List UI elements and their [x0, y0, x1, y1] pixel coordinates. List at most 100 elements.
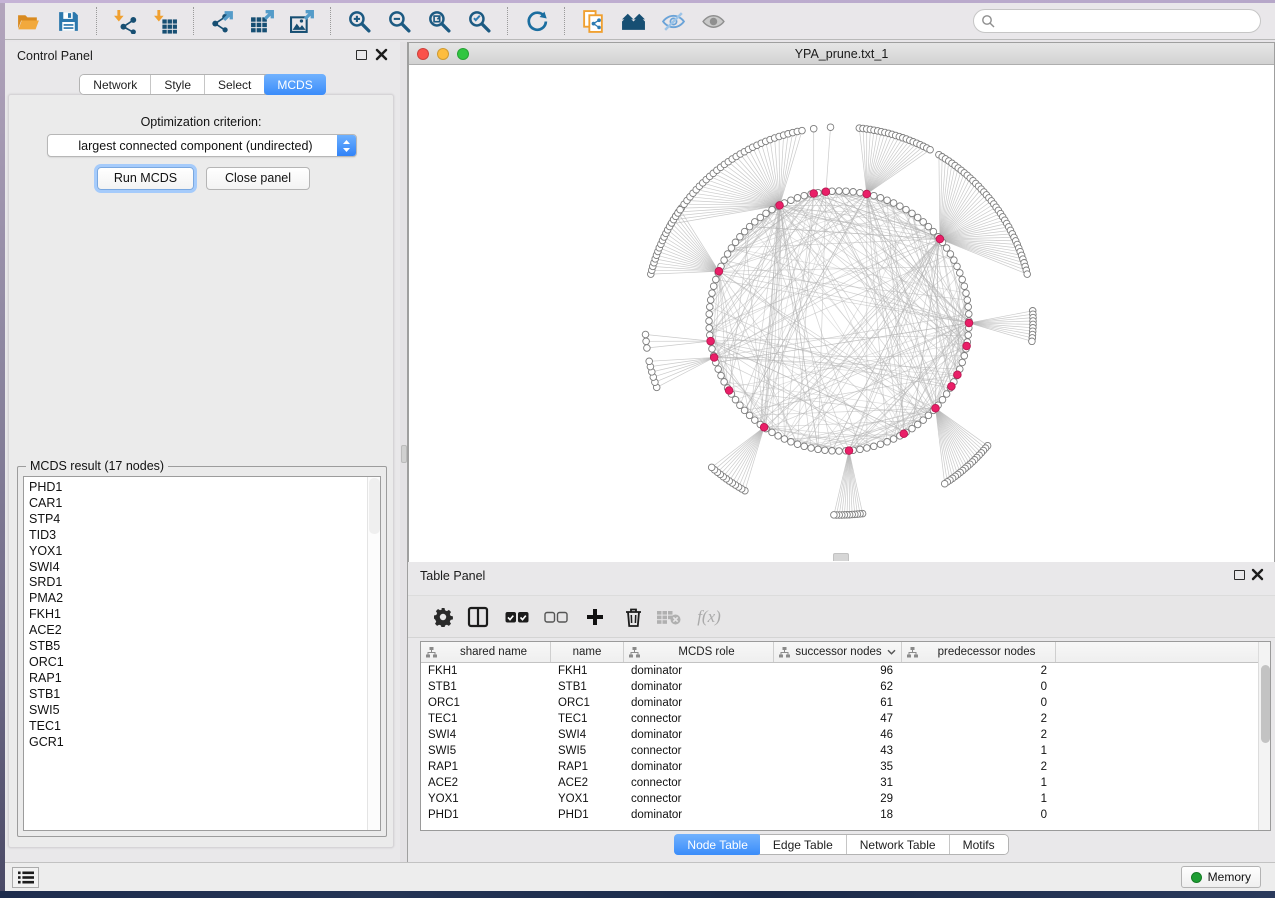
mcds-result-item[interactable]: STP4: [24, 512, 380, 528]
cell-shared_name: PHD1: [421, 807, 551, 823]
task-history-button[interactable]: [12, 867, 39, 888]
mcds-result-item[interactable]: SWI4: [24, 560, 380, 576]
mcds-result-item[interactable]: SRD1: [24, 575, 380, 591]
mcds-result-item[interactable]: PMA2: [24, 591, 380, 607]
cell-predecessors: 2: [902, 759, 1056, 775]
export-network-icon[interactable]: [202, 5, 242, 37]
mcds-result-item[interactable]: RAP1: [24, 671, 380, 687]
toolbar-separator: [507, 7, 508, 35]
save-session-icon[interactable]: [48, 5, 88, 37]
run-mcds-button[interactable]: Run MCDS: [97, 167, 194, 190]
column-header-name[interactable]: name: [551, 642, 624, 662]
table-settings-icon[interactable]: [430, 604, 456, 630]
apply-layout-icon[interactable]: [516, 5, 556, 37]
table-row[interactable]: YOX1YOX1connector291: [421, 791, 1258, 807]
mcds-result-item[interactable]: CAR1: [24, 496, 380, 512]
mcds-result-item[interactable]: GCR1: [24, 735, 380, 751]
tab-node-table[interactable]: Node Table: [674, 834, 761, 855]
mcds-list-scrollbar[interactable]: [367, 477, 380, 830]
table-scrollbar[interactable]: [1258, 642, 1270, 830]
cell-role: dominator: [624, 679, 774, 695]
first-neighbors-icon[interactable]: [613, 5, 653, 37]
close-panel-button[interactable]: Close panel: [206, 167, 310, 190]
table-row[interactable]: SWI5SWI5connector431: [421, 743, 1258, 759]
mcds-result-item[interactable]: ORC1: [24, 655, 380, 671]
export-table-icon[interactable]: [242, 5, 282, 37]
unselect-all-columns-icon[interactable]: [543, 604, 569, 630]
show-column-icon[interactable]: [465, 604, 491, 630]
table-row[interactable]: STB1STB1dominator620: [421, 679, 1258, 695]
table-row[interactable]: PHD1PHD1dominator180: [421, 807, 1258, 823]
table-panel-tabs: Node TableEdge TableNetwork TableMotifs: [674, 834, 1008, 855]
table-row[interactable]: ACE2ACE2connector311: [421, 775, 1258, 791]
status-bar: Memory: [0, 862, 1275, 891]
table-row[interactable]: RAP1RAP1dominator352: [421, 759, 1258, 775]
zoom-out-icon[interactable]: [379, 5, 419, 37]
add-column-icon[interactable]: [582, 604, 608, 630]
zoom-fit-icon[interactable]: [419, 5, 459, 37]
mcds-result-item[interactable]: FKH1: [24, 607, 380, 623]
table-row[interactable]: FKH1FKH1dominator962: [421, 663, 1258, 679]
splitter-grip[interactable]: [401, 445, 407, 463]
column-header-shared_name[interactable]: shared name: [421, 642, 551, 662]
import-table-icon[interactable]: [145, 5, 185, 37]
float-panel-icon[interactable]: [356, 50, 367, 60]
zoom-in-icon[interactable]: [339, 5, 379, 37]
column-header-predecessors[interactable]: predecessor nodes: [902, 642, 1056, 662]
tab-network-table[interactable]: Network Table: [847, 835, 950, 854]
tab-mcds[interactable]: MCDS: [264, 74, 325, 95]
mcds-result-item[interactable]: ACE2: [24, 623, 380, 639]
cell-shared_name: FKH1: [421, 663, 551, 679]
cell-predecessors: 2: [902, 727, 1056, 743]
mcds-result-item[interactable]: PHD1: [24, 480, 380, 496]
hide-selected-icon[interactable]: [653, 5, 693, 37]
vertical-splitter[interactable]: [400, 42, 408, 862]
tab-network[interactable]: Network: [80, 75, 151, 94]
memory-button[interactable]: Memory: [1181, 866, 1261, 888]
network-window-titlebar[interactable]: YPA_prune.txt_1: [409, 43, 1274, 65]
criterion-selected-value: largest connected component (undirected): [48, 139, 337, 153]
mcds-result-item[interactable]: TID3: [24, 528, 380, 544]
cell-name: SWI4: [551, 727, 624, 743]
mcds-result-item[interactable]: SWI5: [24, 703, 380, 719]
open-file-icon[interactable]: [8, 5, 48, 37]
tab-motifs[interactable]: Motifs: [950, 835, 1008, 854]
mcds-result-item[interactable]: STB5: [24, 639, 380, 655]
search-input[interactable]: [973, 9, 1261, 33]
cell-shared_name: ORC1: [421, 695, 551, 711]
cell-successors: 96: [774, 663, 902, 679]
table-row[interactable]: SWI4SWI4dominator462: [421, 727, 1258, 743]
table-scrollbar-thumb[interactable]: [1261, 665, 1270, 743]
float-table-panel-icon[interactable]: [1234, 570, 1245, 580]
export-image-icon[interactable]: [282, 5, 322, 37]
copy-network-icon[interactable]: [573, 5, 613, 37]
mcds-hub-node: [932, 404, 940, 412]
show-all-icon[interactable]: [693, 5, 733, 37]
select-all-columns-icon[interactable]: [504, 604, 530, 630]
toolbar-separator: [96, 7, 97, 35]
cell-predecessors: 0: [902, 679, 1056, 695]
column-header-successors[interactable]: successor nodes: [774, 642, 902, 662]
close-table-panel-icon[interactable]: [1251, 568, 1264, 581]
mcds-result-item[interactable]: TEC1: [24, 719, 380, 735]
network-canvas[interactable]: [409, 65, 1274, 562]
cell-shared_name: SWI4: [421, 727, 551, 743]
mcds-result-list[interactable]: PHD1CAR1STP4TID3YOX1SWI4SRD1PMA2FKH1ACE2…: [23, 476, 381, 831]
delete-column-icon[interactable]: [620, 604, 646, 630]
table-row[interactable]: ORC1ORC1dominator610: [421, 695, 1258, 711]
criterion-select[interactable]: largest connected component (undirected): [47, 134, 357, 157]
tab-style[interactable]: Style: [151, 75, 205, 94]
close-panel-icon[interactable]: [375, 48, 388, 61]
column-header-role[interactable]: MCDS role: [624, 642, 774, 662]
zoom-selected-icon[interactable]: [459, 5, 499, 37]
network-search: [973, 9, 1261, 33]
horizontal-splitter-grip[interactable]: [833, 553, 849, 561]
import-network-icon[interactable]: [105, 5, 145, 37]
cell-role: dominator: [624, 759, 774, 775]
mcds-result-item[interactable]: STB1: [24, 687, 380, 703]
table-row[interactable]: TEC1TEC1connector472: [421, 711, 1258, 727]
tab-edge-table[interactable]: Edge Table: [760, 835, 847, 854]
tab-select[interactable]: Select: [205, 75, 265, 94]
mcds-result-item[interactable]: YOX1: [24, 544, 380, 560]
mcds-hub-node: [845, 447, 853, 455]
